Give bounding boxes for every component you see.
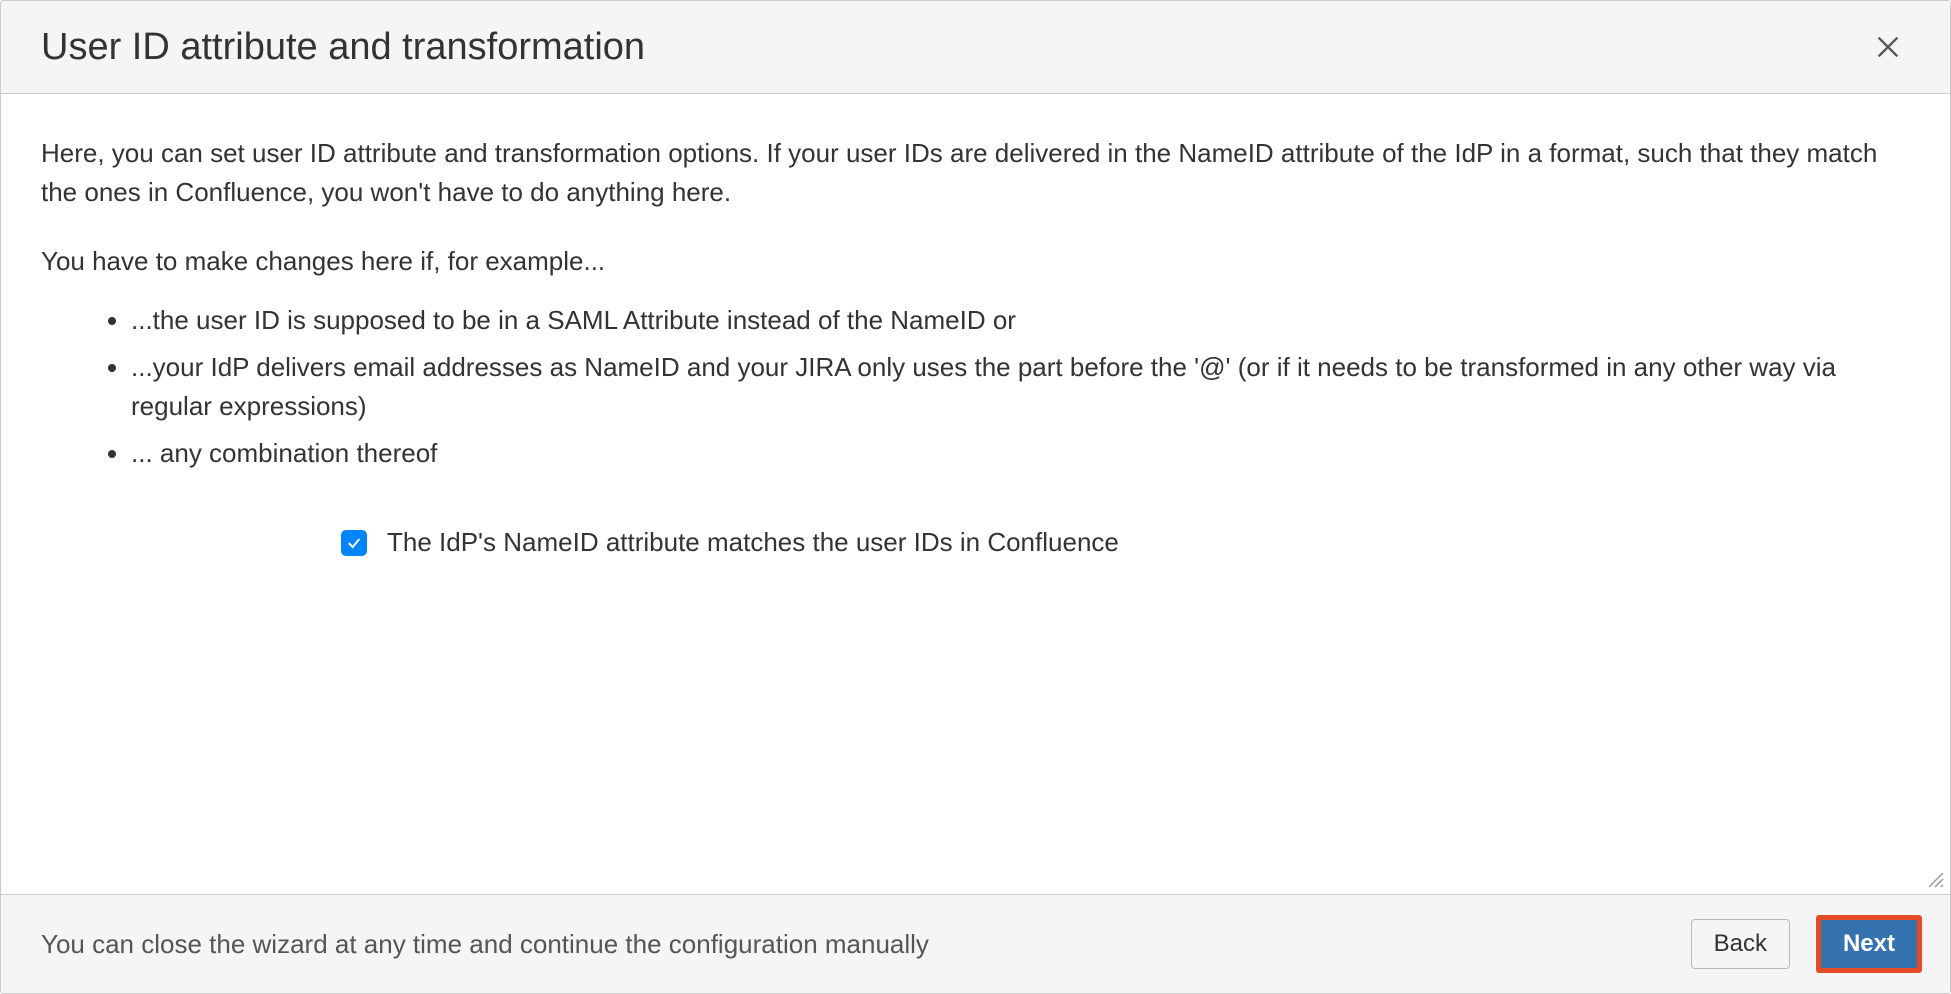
checkbox-row: The IdP's NameID attribute matches the u… — [41, 523, 1910, 562]
footer-hint: You can close the wizard at any time and… — [41, 929, 929, 960]
sub-text: You have to make changes here if, for ex… — [41, 242, 1910, 281]
dialog-header: User ID attribute and transformation — [1, 1, 1950, 94]
list-item: ... any combination thereof — [131, 434, 1910, 473]
next-button-highlight: Next — [1816, 915, 1922, 973]
footer-buttons: Back Next — [1691, 915, 1922, 973]
resize-handle-icon — [1926, 870, 1944, 888]
checkmark-icon — [346, 535, 362, 551]
bullet-list: ...the user ID is supposed to be in a SA… — [41, 301, 1910, 473]
back-button[interactable]: Back — [1691, 919, 1790, 969]
checkbox-label: The IdP's NameID attribute matches the u… — [387, 523, 1119, 562]
dialog-title: User ID attribute and transformation — [41, 26, 645, 69]
close-icon — [1874, 33, 1902, 61]
dialog-body: Here, you can set user ID attribute and … — [1, 94, 1950, 894]
next-button[interactable]: Next — [1821, 920, 1917, 968]
list-item: ...the user ID is supposed to be in a SA… — [131, 301, 1910, 340]
close-button[interactable] — [1866, 25, 1910, 69]
dialog-container: User ID attribute and transformation Her… — [0, 0, 1951, 994]
nameid-match-checkbox[interactable] — [341, 530, 367, 556]
list-item: ...your IdP delivers email addresses as … — [131, 348, 1910, 426]
dialog-footer: You can close the wizard at any time and… — [1, 894, 1950, 993]
intro-text: Here, you can set user ID attribute and … — [41, 134, 1910, 212]
